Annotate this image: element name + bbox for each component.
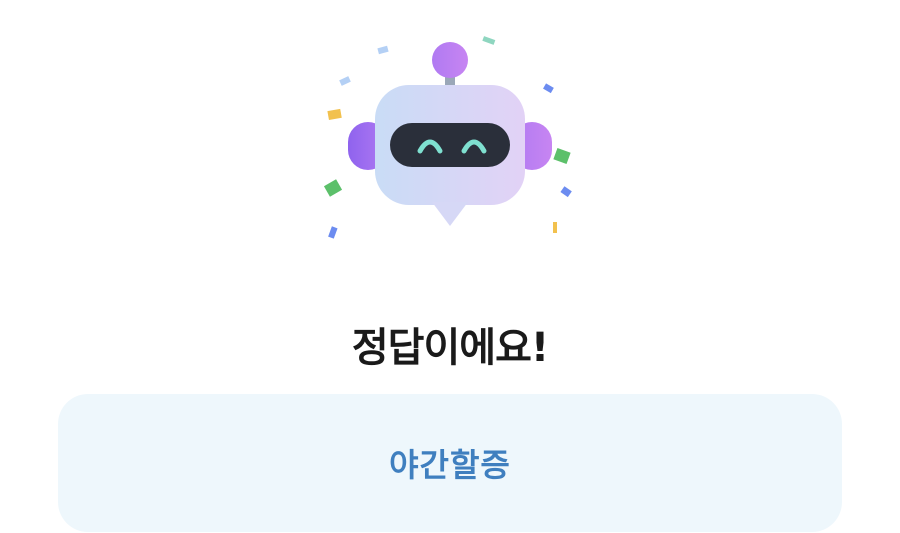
confetti-piece bbox=[323, 179, 343, 197]
confetti-piece bbox=[553, 147, 571, 165]
confetti-piece bbox=[328, 226, 338, 239]
result-screen: 정답이에요! 야간할증 bbox=[0, 0, 900, 533]
confetti-piece bbox=[482, 36, 496, 45]
confetti-piece bbox=[553, 222, 557, 233]
answer-card[interactable]: 야간할증 bbox=[58, 394, 842, 532]
speech-tail bbox=[432, 202, 468, 226]
confetti-piece bbox=[327, 108, 342, 120]
answer-label: 야간할증 bbox=[389, 446, 511, 484]
antenna-ball bbox=[432, 42, 468, 78]
robot-mascot-icon bbox=[323, 36, 572, 239]
robot-visor bbox=[390, 123, 510, 167]
result-title: 정답이에요! bbox=[351, 325, 549, 371]
confetti-piece bbox=[339, 76, 351, 86]
confetti-piece bbox=[377, 45, 389, 55]
confetti-piece bbox=[560, 186, 572, 198]
confetti-piece bbox=[543, 83, 554, 94]
